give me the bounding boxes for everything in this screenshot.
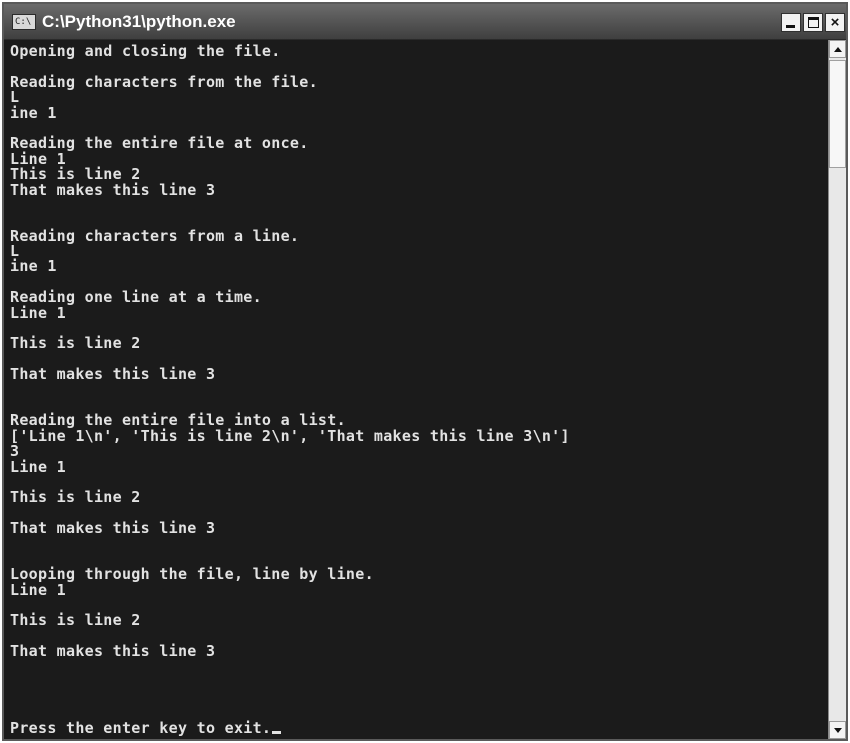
console-line: 3 — [10, 442, 20, 461]
console-line: ine 1 — [10, 257, 57, 276]
console-window: C:\ C:\Python31\python.exe × Opening and… — [2, 2, 848, 741]
console-line: L — [10, 242, 20, 261]
arrow-up-icon — [834, 47, 842, 52]
text-cursor — [272, 731, 282, 735]
console-app-icon[interactable]: C:\ — [12, 14, 36, 30]
console-line: Line 1 — [10, 303, 66, 322]
console-line: This is line 2 — [10, 334, 141, 353]
console-line: Reading characters from the file. — [10, 72, 318, 91]
console-line: Press the enter key to exit. — [10, 719, 828, 737]
close-icon: × — [830, 14, 840, 31]
arrow-down-icon — [834, 728, 842, 733]
title-bar[interactable]: C:\ C:\Python31\python.exe × — [4, 4, 846, 40]
console-line: Line 1 — [10, 580, 66, 599]
console-line: ine 1 — [10, 103, 57, 122]
close-button[interactable]: × — [825, 13, 845, 32]
window-title: C:\Python31\python.exe — [42, 12, 236, 31]
scroll-down-button[interactable] — [829, 721, 846, 739]
maximize-button[interactable] — [803, 13, 823, 32]
console-line: L — [10, 88, 20, 107]
scroll-up-button[interactable] — [829, 40, 846, 58]
maximize-icon — [808, 17, 819, 28]
console-line: That makes this line 3 — [10, 642, 216, 661]
minimize-button[interactable] — [781, 13, 801, 32]
console-line: That makes this line 3 — [10, 365, 216, 384]
console-line: Reading characters from a line. — [10, 226, 300, 245]
console-line: Line 1 — [10, 457, 66, 476]
console-prompt-text: Press the enter key to exit. — [10, 719, 272, 737]
minimize-icon — [786, 25, 795, 28]
console-line: This is line 2 — [10, 611, 141, 630]
console-line: Reading the entire file at once. — [10, 134, 309, 153]
console-line: Reading one line at a time. — [10, 288, 262, 307]
console-line: This is line 2 — [10, 488, 141, 507]
console-line: ['Line 1\n', 'This is line 2\n', 'That m… — [10, 426, 570, 445]
console-line: That makes this line 3 — [10, 519, 216, 538]
vertical-scrollbar[interactable] — [828, 40, 846, 739]
console-output[interactable]: Opening and closing the file. Reading cha… — [10, 44, 828, 737]
scrollbar-thumb[interactable] — [829, 60, 846, 168]
console-line: Looping through the file, line by line. — [10, 565, 374, 584]
console-line: Opening and closing the file. — [10, 44, 281, 60]
console-line: That makes this line 3 — [10, 180, 216, 199]
